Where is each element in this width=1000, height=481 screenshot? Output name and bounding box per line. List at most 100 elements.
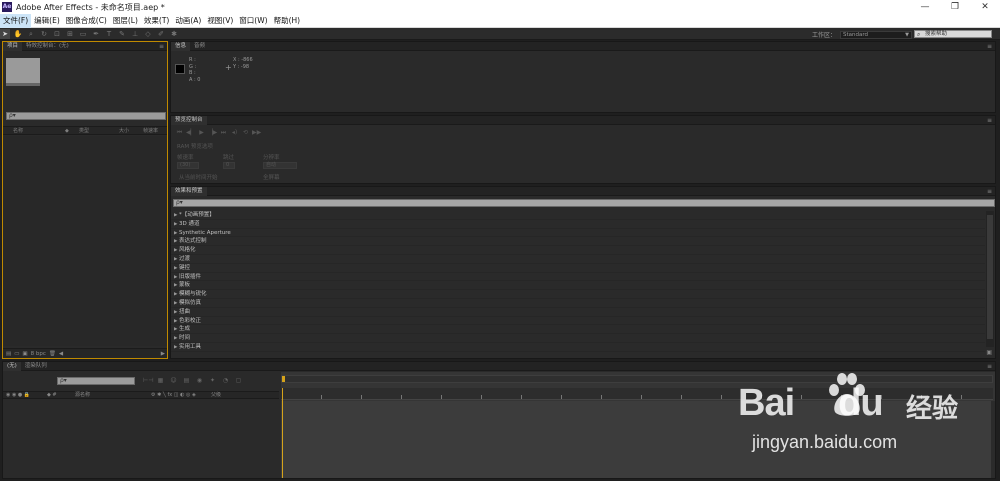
pen-tool-icon[interactable]: ✒	[91, 29, 101, 39]
camera-tool-icon[interactable]: ⊡	[52, 29, 62, 39]
label-tag-icon[interactable]: ◆	[65, 128, 69, 134]
column-parent[interactable]: 父级	[211, 392, 221, 399]
effects-category-item[interactable]: ▶ 时间	[171, 334, 985, 343]
last-frame-icon[interactable]: ⏭	[219, 129, 228, 137]
effects-category-item[interactable]: ▶ 3D 通道	[171, 220, 985, 229]
panel-menu-icon[interactable]: ≡	[987, 42, 992, 51]
current-time-indicator[interactable]	[282, 388, 283, 478]
effects-category-item[interactable]: ▶ 风格化	[171, 246, 985, 255]
menu-view[interactable]: 视图(V)	[204, 14, 236, 28]
column-type[interactable]: 类型	[79, 127, 89, 134]
clone-stamp-tool-icon[interactable]: ⊥	[130, 29, 140, 39]
motion-blur-icon[interactable]: ◉	[195, 377, 204, 385]
brush-tool-icon[interactable]: ✎	[117, 29, 127, 39]
play-icon[interactable]: ▶	[197, 129, 206, 137]
column-name[interactable]: 名称	[13, 127, 23, 134]
tab-render-queue[interactable]: 渲染队列	[21, 362, 51, 371]
from-current-time-checkbox[interactable]: 从当前时间开始	[179, 173, 218, 181]
effects-category-item[interactable]: ▶ 旧版插件	[171, 273, 985, 282]
panel-menu-icon[interactable]: ≡	[987, 116, 992, 125]
effects-category-item[interactable]: ▶ 键控	[171, 264, 985, 273]
column-frame-rate[interactable]: 帧速率	[143, 127, 158, 134]
roto-brush-tool-icon[interactable]: ✐	[156, 29, 166, 39]
close-button[interactable]: ✕	[970, 2, 1000, 12]
scroll-left-icon[interactable]: ◀	[59, 351, 63, 357]
work-area-start-handle[interactable]	[282, 376, 285, 382]
selection-tool-icon[interactable]: ➤	[0, 28, 10, 39]
auto-keyframe-icon[interactable]: ◔	[221, 377, 230, 385]
maximize-button[interactable]: ❐	[940, 2, 970, 12]
eraser-tool-icon[interactable]: ◇	[143, 29, 153, 39]
new-composition-icon[interactable]: ▣	[22, 351, 27, 357]
tab-none-composition[interactable]: (无)	[3, 362, 21, 371]
graph-editor-icon[interactable]: ▢	[234, 377, 243, 385]
panel-menu-icon[interactable]: ≡	[159, 42, 164, 51]
effects-category-item[interactable]: ▶ Synthetic Aperture	[171, 229, 985, 238]
bpc-label[interactable]: 8 bpc	[31, 351, 46, 357]
project-items-list[interactable]	[3, 136, 167, 346]
ram-preview-icon[interactable]: ▶▶	[252, 129, 261, 137]
tab-preview[interactable]: 预览控制台	[171, 116, 207, 125]
frame-rate-select[interactable]: (30)	[177, 162, 199, 169]
search-help-input[interactable]: ⌕ 搜索帮助	[914, 30, 992, 38]
time-ruler[interactable]	[281, 388, 993, 400]
effects-category-item[interactable]: ▶ 生成	[171, 325, 985, 335]
draft-3d-icon[interactable]: ▦	[156, 377, 165, 385]
hand-tool-icon[interactable]: ✋	[13, 29, 23, 39]
menu-effect[interactable]: 效果(T)	[141, 14, 172, 28]
av-features-icon[interactable]: ◉ ◉ ● 🔒	[6, 392, 30, 399]
puppet-tool-icon[interactable]: ✱	[169, 29, 179, 39]
next-frame-icon[interactable]: ▕▶	[208, 129, 217, 137]
rotate-tool-icon[interactable]: ↻	[39, 29, 49, 39]
fullscreen-checkbox[interactable]: 全屏幕	[263, 173, 280, 181]
pan-behind-tool-icon[interactable]: ⊞	[65, 29, 75, 39]
column-source-name[interactable]: 源名称	[75, 392, 90, 399]
mute-audio-icon[interactable]: ◂)	[230, 129, 239, 137]
effects-search-input[interactable]: ρ▾	[173, 199, 995, 207]
loop-icon[interactable]: ⟲	[241, 129, 250, 137]
timeline-layer-list[interactable]	[3, 400, 279, 478]
effects-category-item[interactable]: ▶ 蒙板	[171, 281, 985, 291]
effects-category-item[interactable]: ▶ 过渡	[171, 255, 985, 264]
comp-mini-flowchart-icon[interactable]: ⊢⊣	[143, 377, 153, 385]
interpret-footage-icon[interactable]: ▤	[6, 351, 11, 357]
mask-tool-icon[interactable]: ▭	[78, 29, 88, 39]
project-search-input[interactable]: ρ▾	[6, 112, 166, 120]
effects-category-item[interactable]: ▶ 模拟仿真	[171, 299, 985, 308]
text-tool-icon[interactable]: T	[104, 29, 114, 39]
column-size[interactable]: 大小	[119, 127, 129, 134]
scroll-right-icon[interactable]: ▶	[161, 351, 165, 357]
effects-category-item[interactable]: ▶ 实用工具	[171, 343, 985, 352]
skip-input[interactable]: 0	[223, 162, 235, 169]
menu-animation[interactable]: 动画(A)	[172, 14, 204, 28]
label-tag-icon[interactable]: ◆ #	[47, 392, 57, 399]
first-frame-icon[interactable]: ⏮	[175, 129, 184, 137]
new-folder-icon[interactable]: ▭	[14, 351, 19, 357]
menu-file[interactable]: 文件(F)	[0, 13, 32, 28]
menu-composition[interactable]: 图像合成(C)	[63, 14, 110, 28]
panel-menu-icon[interactable]: ≡	[987, 362, 992, 371]
effects-scrollbar-thumb[interactable]	[987, 215, 993, 339]
new-preset-icon[interactable]: ▣	[986, 349, 992, 356]
minimize-button[interactable]: —	[910, 2, 940, 12]
tab-project[interactable]: 项目	[3, 42, 23, 51]
tab-effect-controls[interactable]: 特效控制台：(无)	[22, 42, 73, 51]
effects-category-item[interactable]: ▶ 表达式控制	[171, 237, 985, 247]
layer-switches-icon[interactable]: ⚙ ✱ ╲ fx ◫ ◐ ◎ ◈	[151, 392, 196, 399]
effects-category-item[interactable]: ▶ *【动画预置】	[171, 211, 985, 220]
effects-category-item[interactable]: ▶ 模糊与锐化	[171, 290, 985, 299]
menu-window[interactable]: 窗口(W)	[236, 14, 270, 28]
effects-category-item[interactable]: ▶ 色彩校正	[171, 317, 985, 326]
effects-category-item[interactable]: ▶ 扭曲	[171, 308, 985, 317]
previous-frame-icon[interactable]: ◀▏	[186, 129, 195, 137]
effects-scrollbar[interactable]	[986, 211, 994, 347]
resolution-select[interactable]: 自动	[263, 162, 297, 169]
tab-effects-presets[interactable]: 效果和预置	[171, 187, 207, 196]
zoom-tool-icon[interactable]: ⌕	[26, 29, 36, 39]
timeline-track-area[interactable]	[281, 401, 993, 478]
menu-layer[interactable]: 图层(L)	[110, 14, 141, 28]
tab-info[interactable]: 信息	[171, 42, 191, 51]
timeline-search-input[interactable]: ρ▾	[57, 377, 135, 385]
trash-icon[interactable]: 🗑	[49, 351, 56, 357]
panel-menu-icon[interactable]: ≡	[987, 187, 992, 196]
